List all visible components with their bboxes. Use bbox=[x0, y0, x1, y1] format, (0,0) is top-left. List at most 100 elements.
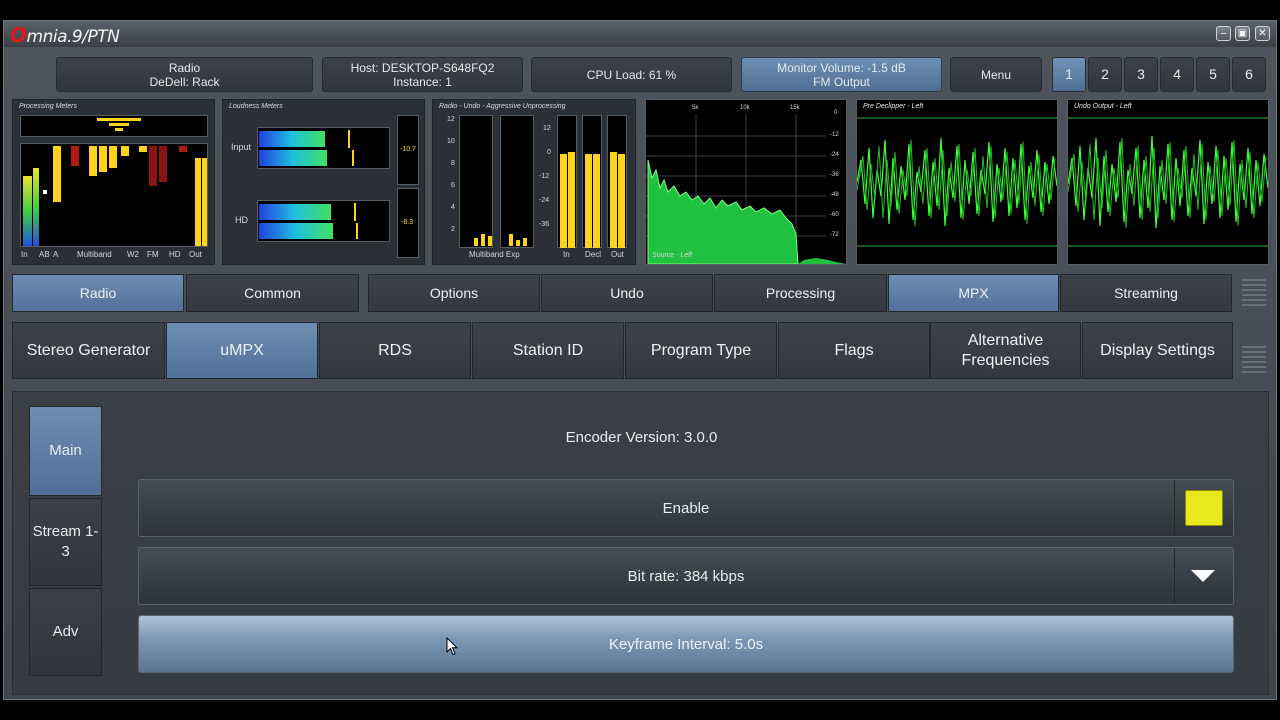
undo-scale-left-12: 12 bbox=[447, 116, 455, 123]
loudness-meters-panel[interactable]: Loudness Meters Input -10.7 HD -8.3 bbox=[222, 99, 425, 265]
undo-scale-right-0: 0 bbox=[547, 149, 551, 156]
processing-meters-panel[interactable]: Processing Meters In AB A Multiband W2 F… bbox=[12, 99, 215, 265]
undo-scale-right-m12: -12 bbox=[539, 173, 550, 180]
preset-button-1[interactable]: 1 bbox=[1052, 57, 1086, 92]
undo-scale-left-2: 2 bbox=[451, 226, 455, 233]
undo-label-out: Out bbox=[611, 250, 624, 259]
spectrum-db-48: -48 bbox=[830, 192, 839, 198]
subtab-display-settings[interactable]: Display Settings bbox=[1082, 322, 1233, 379]
bitrate-label: Bit rate: 384 kbps bbox=[627, 567, 745, 585]
restore-button[interactable]: ▣ bbox=[1235, 26, 1250, 41]
preset-button-3[interactable]: 3 bbox=[1124, 57, 1158, 92]
radio-name: Radio bbox=[168, 60, 201, 75]
tab-undo[interactable]: Undo bbox=[541, 274, 713, 312]
preset-button-2[interactable]: 2 bbox=[1088, 57, 1122, 92]
subtab-program-type[interactable]: Program Type bbox=[625, 322, 777, 379]
undo-scale-left-10: 10 bbox=[447, 138, 455, 145]
subtab-flags[interactable]: Flags bbox=[778, 322, 930, 379]
chevron-down-icon[interactable] bbox=[1191, 570, 1215, 582]
tab-mpx[interactable]: MPX bbox=[888, 274, 1059, 312]
loudness-input-readout: -10.7 bbox=[397, 115, 419, 185]
subtab-umpx[interactable]: uMPX bbox=[166, 322, 318, 379]
close-button[interactable]: ✕ bbox=[1255, 26, 1270, 41]
umpx-main-panel: Main Stream 1-3 Adv Encoder Version: 3.0… bbox=[12, 391, 1269, 695]
undo-label-in: In bbox=[563, 250, 570, 259]
meter-label-w2: W2 bbox=[127, 250, 139, 259]
pre-declipper-scope[interactable]: Pre Declipper - Left bbox=[856, 99, 1058, 265]
side-tab-adv[interactable]: Adv bbox=[29, 588, 102, 676]
undo-meter-in bbox=[557, 115, 577, 248]
meter-label-ab: AB bbox=[39, 250, 50, 259]
menu-button[interactable]: Menu bbox=[950, 57, 1042, 92]
radio-device: DeDell: Rack bbox=[149, 74, 220, 89]
omnia-window: Omnia.9/PTN – ▣ ✕ Radio DeDell: Rack Hos… bbox=[3, 20, 1277, 700]
processing-meter-bars bbox=[20, 143, 208, 247]
tab-streaming[interactable]: Streaming bbox=[1060, 274, 1232, 312]
undo-meter-b bbox=[500, 115, 534, 248]
subtab-rds[interactable]: RDS bbox=[319, 322, 471, 379]
keyframe-label: Keyframe Interval: 5.0s bbox=[608, 635, 764, 653]
spectrum-analyzer[interactable]: 5k 10k 15k 0 -12 -24 -36 -48 -60 -72 Sou… bbox=[645, 99, 847, 265]
undo-meter-a bbox=[459, 115, 493, 248]
meter-label-hd: HD bbox=[169, 250, 181, 259]
preset-button-6[interactable]: 6 bbox=[1232, 57, 1266, 92]
enable-toggle[interactable]: Enable bbox=[138, 479, 1234, 537]
keyframe-interval-slider[interactable]: Keyframe Interval: 5.0s bbox=[138, 615, 1234, 673]
tab-processing[interactable]: Processing bbox=[714, 274, 887, 312]
tab-radio[interactable]: Radio bbox=[12, 274, 184, 312]
spectrum-db-36: -36 bbox=[830, 172, 839, 178]
tabs-scroll-grip[interactable] bbox=[1242, 279, 1266, 309]
undo-label-decl: Decl bbox=[585, 250, 602, 259]
loudness-input-label: Input bbox=[231, 142, 252, 152]
minimize-button[interactable]: – bbox=[1216, 26, 1231, 41]
undo-scale-right-m24: -24 bbox=[539, 197, 550, 204]
cpu-load-box: CPU Load: 61 % bbox=[531, 57, 732, 92]
spectrum-freq-10k: 10k bbox=[740, 105, 750, 111]
undo-scale-left-6: 6 bbox=[451, 182, 455, 189]
loudness-hd-value: -8.3 bbox=[401, 219, 414, 226]
subtabs-scroll-grip[interactable] bbox=[1242, 346, 1266, 376]
bitrate-dropdown[interactable]: Bit rate: 384 kbps bbox=[138, 547, 1234, 605]
preset-button-4[interactable]: 4 bbox=[1160, 57, 1194, 92]
loudness-hd-readout: -8.3 bbox=[397, 188, 419, 258]
monitor-volume-button[interactable]: Monitor Volume: -1.5 dB FM Output bbox=[741, 57, 942, 92]
spectrum-graph bbox=[646, 114, 846, 264]
host-info-box: Host: DESKTOP-S648FQ2 Instance: 1 bbox=[322, 57, 523, 92]
tab-options[interactable]: Options bbox=[368, 274, 540, 312]
spectrum-db-72: -72 bbox=[830, 232, 839, 238]
loudness-hd-meter bbox=[257, 200, 390, 242]
monitor-source: FM Output bbox=[813, 74, 870, 89]
meter-label-a: A bbox=[53, 250, 59, 259]
monitor-volume: Monitor Volume: -1.5 dB bbox=[777, 60, 906, 75]
undo-output-waveform bbox=[1068, 117, 1268, 247]
subtab-stereo-generator[interactable]: Stereo Generator bbox=[12, 322, 165, 379]
preset-button-5[interactable]: 5 bbox=[1196, 57, 1230, 92]
pre-declipper-waveform bbox=[857, 117, 1057, 247]
app-screen: Omnia.9/PTN – ▣ ✕ Radio DeDell: Rack Hos… bbox=[0, 0, 1280, 720]
title-bar[interactable]: Omnia.9/PTN – ▣ ✕ bbox=[4, 21, 1276, 47]
cpu-load: CPU Load: 61 % bbox=[586, 67, 677, 82]
undo-scale-right-m36: -36 bbox=[539, 221, 550, 228]
enable-separator bbox=[1174, 480, 1175, 536]
menu-label: Menu bbox=[980, 67, 1012, 82]
side-tab-main[interactable]: Main bbox=[29, 406, 102, 496]
spectrum-freq-5k: 5k bbox=[692, 105, 699, 111]
tab-common[interactable]: Common bbox=[186, 274, 359, 312]
loudness-input-value: -10.7 bbox=[400, 146, 416, 153]
undo-output-scope[interactable]: Undo Output - Left bbox=[1067, 99, 1269, 265]
subtab-alternative-frequencies[interactable]: Alternative Frequencies bbox=[930, 322, 1081, 379]
undo-meter-decl bbox=[582, 115, 602, 248]
enable-label: Enable bbox=[662, 499, 710, 517]
undo-scale-right-12: 12 bbox=[543, 125, 551, 132]
enable-indicator[interactable] bbox=[1185, 490, 1223, 526]
spectrum-db-24: -24 bbox=[830, 152, 839, 158]
spectrum-db-0: 0 bbox=[834, 110, 838, 116]
loudness-meters-title: Loudness Meters bbox=[229, 103, 283, 110]
undo-label-multiband-exp: Multiband Exp bbox=[469, 250, 520, 259]
undo-meters-panel[interactable]: Radio - Undo - Aggressive Unprocessing 1… bbox=[432, 99, 636, 265]
spectrum-db-12: -12 bbox=[830, 132, 839, 138]
side-tab-stream[interactable]: Stream 1-3 bbox=[29, 498, 102, 586]
radio-info-box[interactable]: Radio DeDell: Rack bbox=[56, 57, 313, 92]
meter-label-out: Out bbox=[189, 250, 202, 259]
subtab-station-id[interactable]: Station ID bbox=[472, 322, 624, 379]
